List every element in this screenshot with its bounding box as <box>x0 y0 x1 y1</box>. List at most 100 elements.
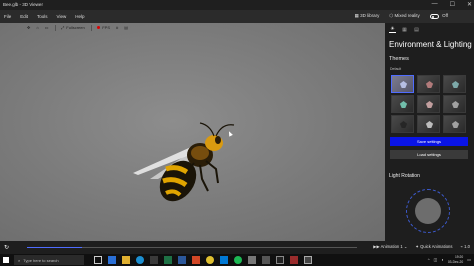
title-bar: Bee.glb - 3D Viewer — ☐ ✕ <box>0 0 474 10</box>
menu-view[interactable]: View <box>57 14 67 19</box>
chevron-up-icon[interactable]: ^ <box>428 257 430 262</box>
cube-icon: ⬡ <box>389 13 394 18</box>
excel-icon[interactable] <box>164 256 172 264</box>
bee-model[interactable] <box>130 103 250 213</box>
menu-file[interactable]: File <box>4 14 11 19</box>
toolbar-divider <box>54 24 56 31</box>
toggle-switch[interactable] <box>429 13 439 19</box>
theme-tile[interactable] <box>443 95 466 113</box>
search-placeholder: Type here to search <box>23 257 59 263</box>
theme-grid <box>391 75 466 133</box>
task-view-icon[interactable] <box>94 256 102 264</box>
taskbar: ⌕ Type here to search ^ ◫ ◖ 19:20 03-Dec… <box>0 254 474 266</box>
chevron-down-icon: ⌄ <box>403 244 408 249</box>
edge-icon[interactable] <box>136 256 144 264</box>
grid-icon[interactable]: ✥ <box>27 25 30 30</box>
toggle-state: Off <box>442 13 448 19</box>
themes-heading: Themes <box>389 56 409 62</box>
quick-animations-label: Quick Animations <box>420 244 453 249</box>
fps-toggle[interactable]: FPS <box>97 25 110 30</box>
menu-bar: File Edit Tools View Help ▦ 3D library ⬡… <box>0 10 474 23</box>
minimize-button[interactable]: — <box>432 1 438 8</box>
theme-default-label: Default <box>390 67 402 71</box>
clock-date: 03-Dec-20 <box>447 259 464 264</box>
menu-tools[interactable]: Tools <box>37 14 48 19</box>
tab-stats-icon[interactable]: ▦ <box>401 26 408 33</box>
clock[interactable]: 19:20 03-Dec-20 <box>448 255 463 264</box>
grid-toggle-icon[interactable]: # <box>116 25 118 30</box>
theme-tile[interactable] <box>417 75 440 93</box>
maximize-button[interactable]: ☐ <box>450 1 455 8</box>
library-icon: ▦ <box>354 13 359 18</box>
dial-knob[interactable] <box>415 198 441 224</box>
camera-icon[interactable]: ⌂ <box>36 25 38 30</box>
frame-icon[interactable]: ▭ <box>45 25 49 30</box>
mixed-reality-toggle[interactable]: Off <box>429 13 448 19</box>
settings-icon[interactable] <box>248 256 256 264</box>
window-controls: — ☐ ✕ <box>432 1 472 8</box>
load-settings-button[interactable]: Load settings <box>390 150 468 159</box>
fullscreen-button[interactable]: ⤢ Fullscreen <box>61 25 85 30</box>
terminal-icon[interactable] <box>276 256 284 264</box>
menu-list: File Edit Tools View Help <box>4 14 85 19</box>
windows-start-icon[interactable] <box>3 257 9 263</box>
replay-icon[interactable]: ↻ <box>4 244 9 251</box>
header-actions: ▦ 3D library ⬡ Mixed reality Off <box>355 13 448 19</box>
environment-panel: ☀ ▦ ▤ Environment & Lighting Themes Defa… <box>385 23 474 241</box>
3d-library-label: 3D library <box>360 13 380 18</box>
mixed-reality-label: Mixed reality <box>394 13 420 18</box>
chrome-icon[interactable] <box>206 256 214 264</box>
stats-icon[interactable]: ▤ <box>124 25 128 30</box>
save-settings-button[interactable]: Save settings <box>390 137 468 146</box>
word-icon[interactable] <box>178 256 186 264</box>
spotify-icon[interactable] <box>234 256 242 264</box>
mixed-reality-group: ⬡ Mixed reality <box>389 13 419 19</box>
film-icon: ▶▶ <box>373 244 380 249</box>
app-icon[interactable] <box>290 256 298 264</box>
menu-edit[interactable]: Edit <box>20 14 28 19</box>
light-rotation-heading: Light Rotation <box>389 173 420 179</box>
speed-selector[interactable]: ⌁ 1.0 <box>460 244 470 249</box>
3d-viewer-icon[interactable] <box>304 256 312 264</box>
theme-tile[interactable] <box>417 115 440 133</box>
powerpoint-icon[interactable] <box>192 256 200 264</box>
tab-lighting-icon[interactable]: ☀ <box>389 26 396 33</box>
animation-selector[interactable]: ▶▶ Animation 1 ⌄ <box>373 244 407 249</box>
window-title: Bee.glb - 3D Viewer <box>3 2 43 7</box>
mail-icon[interactable] <box>108 256 116 264</box>
tab-grid-icon[interactable]: ▤ <box>413 26 420 33</box>
close-button[interactable]: ✕ <box>467 1 472 8</box>
theme-tile[interactable] <box>391 115 414 133</box>
speed-icon: ⌁ <box>460 244 463 249</box>
panel-title: Environment & Lighting <box>389 40 472 49</box>
viewport-toolbar: ✥ ⌂ ▭ ⤢ Fullscreen FPS # ▤ <box>27 23 128 32</box>
theme-tile[interactable] <box>391 75 414 93</box>
theme-tile[interactable] <box>417 95 440 113</box>
notifications-icon[interactable]: ▭ <box>467 257 471 262</box>
network-icon[interactable]: ◫ <box>434 257 438 262</box>
explorer-icon[interactable] <box>122 256 130 264</box>
vscode-icon[interactable] <box>220 256 228 264</box>
theme-tile[interactable] <box>443 75 466 93</box>
store-icon[interactable] <box>150 256 158 264</box>
fps-label: FPS <box>102 25 110 30</box>
menu-help[interactable]: Help <box>75 14 84 19</box>
timeline-progress[interactable] <box>27 247 82 248</box>
volume-icon[interactable]: ◖ <box>441 257 443 262</box>
panel-tabs: ☀ ▦ ▤ <box>389 26 420 33</box>
animation-controls: ▶▶ Animation 1 ⌄ ✦ Quick Animations ⌁ 1.… <box>373 244 470 249</box>
3d-viewport[interactable]: ✥ ⌂ ▭ ⤢ Fullscreen FPS # ▤ <box>0 23 385 241</box>
system-tray: ^ ◫ ◖ 19:20 03-Dec-20 ▭ <box>428 255 471 264</box>
theme-tile[interactable] <box>391 95 414 113</box>
spark-icon: ✦ <box>415 244 419 249</box>
taskbar-search[interactable]: ⌕ Type here to search <box>14 255 84 265</box>
taskbar-apps <box>94 256 312 264</box>
photos-icon[interactable] <box>262 256 270 264</box>
fullscreen-label: Fullscreen <box>66 25 85 30</box>
quick-animations-button[interactable]: ✦ Quick Animations <box>415 244 452 249</box>
speed-value: 1.0 <box>464 244 470 249</box>
fullscreen-icon: ⤢ <box>61 25 65 30</box>
light-rotation-dial[interactable] <box>406 189 450 233</box>
theme-tile[interactable] <box>443 115 466 133</box>
3d-library-button[interactable]: ▦ 3D library <box>355 13 380 19</box>
